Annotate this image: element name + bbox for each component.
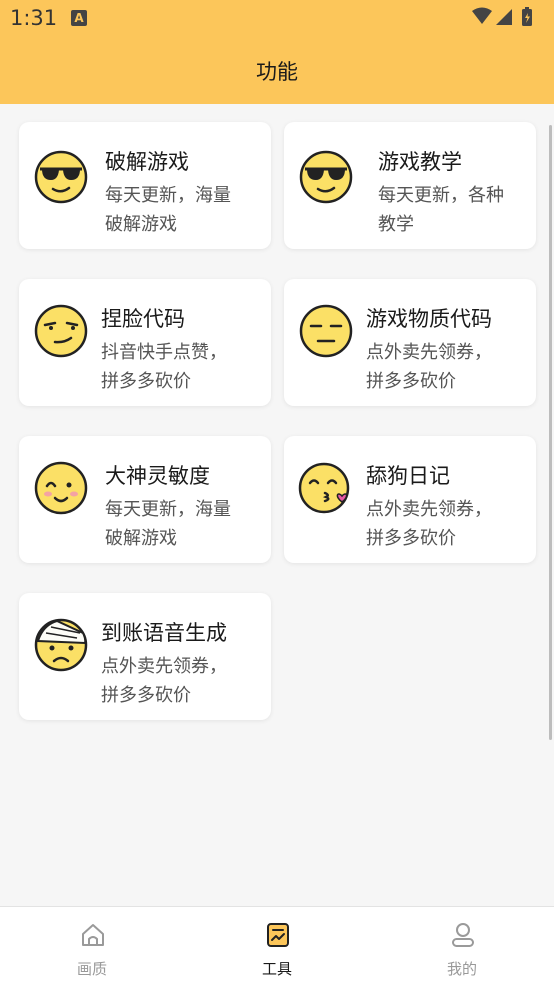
card-desc-line: 破解游戏 [105,528,177,549]
sunglasses-face-icon [34,150,88,204]
bottom-nav: 画质 工具 我的 [0,906,554,985]
status-time: 1:31 [10,6,58,30]
card-title: 破解游戏 [105,150,189,174]
card-title: 舔狗日记 [366,464,450,488]
card-game-tutorial[interactable]: 游戏教学 每天更新，各种 教学 [284,122,536,249]
card-desc-line: 每天更新，海量 [105,499,231,520]
card-desc-line: 破解游戏 [105,214,177,235]
nav-item-tools[interactable]: 工具 [217,907,337,985]
app-header: 1:31 A 功能 [0,0,554,104]
card-desc-line: 点外卖先领券， [366,342,492,363]
scrollbar[interactable] [549,125,552,740]
page-title: 功能 [256,60,298,84]
card-title: 捏脸代码 [101,307,185,331]
home-icon [82,924,104,946]
card-desc-line: 抖音快手点赞， [101,342,227,363]
card-desc: 点外卖先领券， 拼多多砍价 [101,652,251,710]
card-desc-line: 每天更新，海量 [105,185,231,206]
wifi-icon [472,7,492,24]
expressionless-face-icon [299,304,353,358]
card-desc-line: 拼多多砍价 [366,528,456,549]
card-desc-line: 拼多多砍价 [101,371,191,392]
user-icon [452,923,474,947]
card-title: 游戏物质代码 [366,307,492,331]
card-title: 游戏教学 [378,150,462,174]
card-desc: 抖音快手点赞， 拼多多砍价 [101,338,251,396]
card-title: 大神灵敏度 [105,464,210,488]
sunglasses-face-icon [299,150,353,204]
kissing-face-icon [298,462,350,514]
card-game-item-code[interactable]: 游戏物质代码 点外卖先领券， 拼多多砍价 [284,279,536,406]
card-sensitivity[interactable]: 大神灵敏度 每天更新，海量 破解游戏 [19,436,271,563]
happy-face-icon [34,461,88,515]
card-desc: 点外卖先领券， 拼多多砍价 [366,338,516,396]
smirk-face-icon [34,304,88,358]
card-desc: 点外卖先领券， 拼多多砍价 [366,495,516,553]
nav-label: 我的 [446,960,477,978]
card-title: 到账语音生成 [101,621,227,645]
card-desc-line: 点外卖先领券， [101,656,227,677]
nav-label: 画质 [76,960,107,978]
card-desc: 每天更新，海量 破解游戏 [105,181,255,239]
nav-label: 工具 [261,960,292,978]
tool-icon [267,923,289,947]
card-desc: 每天更新，海量 破解游戏 [105,495,255,553]
nav-item-quality[interactable]: 画质 [32,907,152,985]
card-crack-game[interactable]: 破解游戏 每天更新，海量 破解游戏 [19,122,271,249]
bandaged-face-icon [34,618,88,672]
card-face-code[interactable]: 捏脸代码 抖音快手点赞， 拼多多砍价 [19,279,271,406]
card-simp-diary[interactable]: 舔狗日记 点外卖先领券， 拼多多砍价 [284,436,536,563]
card-desc: 每天更新，各种 教学 [378,181,528,239]
notification-a-icon: A [71,10,87,26]
card-payment-voice[interactable]: 到账语音生成 点外卖先领券， 拼多多砍价 [19,593,271,720]
card-desc-line: 拼多多砍价 [101,685,191,706]
card-desc-line: 拼多多砍价 [366,371,456,392]
card-desc-line: 教学 [378,214,414,235]
card-desc-line: 点外卖先领券， [366,499,492,520]
nav-item-mine[interactable]: 我的 [402,907,522,985]
signal-icon [496,9,512,25]
status-icons [472,7,532,26]
card-desc-line: 每天更新，各种 [378,185,504,206]
